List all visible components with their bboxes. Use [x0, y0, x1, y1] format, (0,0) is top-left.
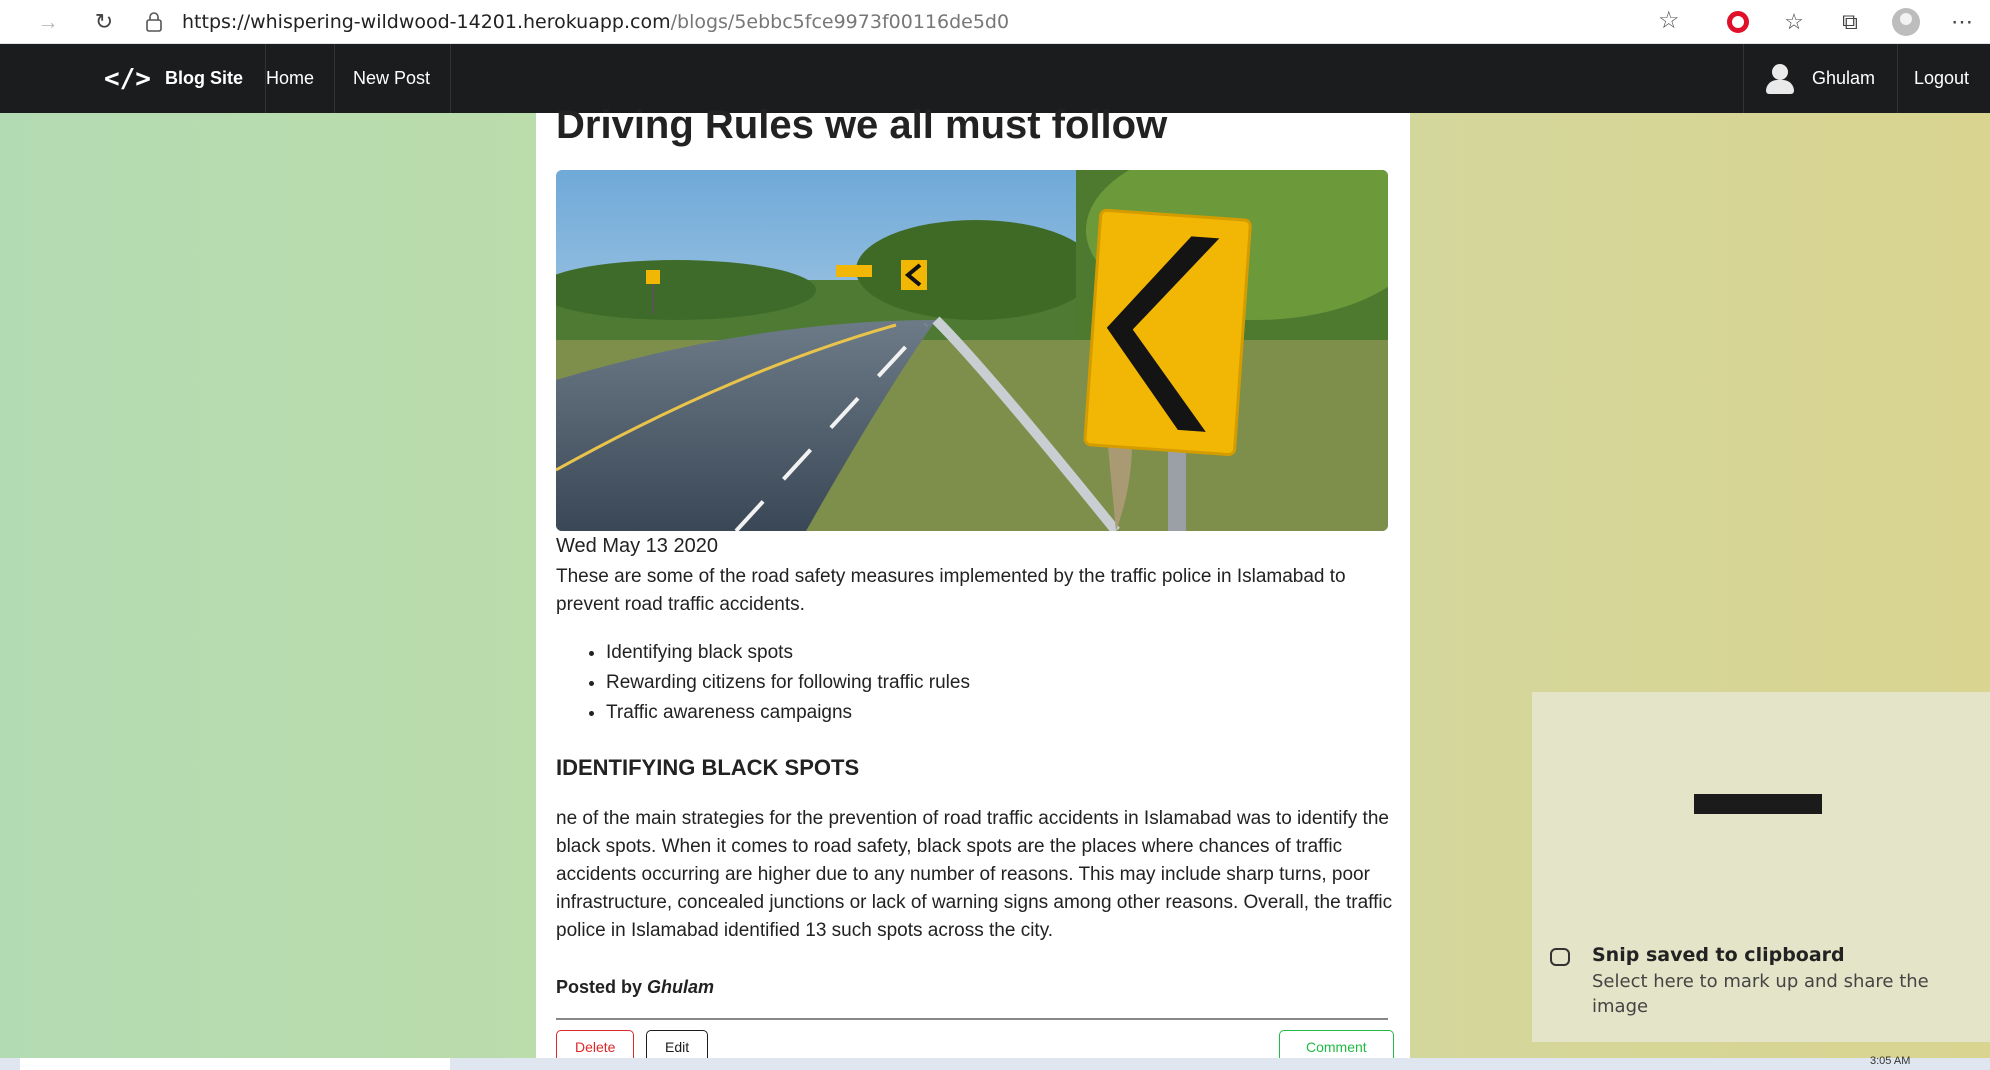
nav-user-name: Ghulam — [1812, 68, 1876, 88]
post-container: Driving Rules we all must follow Wed May… — [536, 103, 1410, 1064]
nav-home[interactable]: Home — [246, 44, 336, 113]
author-name: Ghulam — [647, 977, 715, 997]
post-bullet-list: Identifying black spots Rewarding citize… — [606, 638, 970, 728]
list-item: Identifying black spots — [606, 638, 970, 668]
opera-icon[interactable] — [1710, 0, 1766, 44]
address-bar[interactable]: https://whispering-wildwood-14201.heroku… — [140, 4, 1680, 40]
posted-by-label: Posted by — [556, 977, 643, 997]
forward-icon[interactable]: → — [28, 2, 68, 42]
snip-icon — [1550, 948, 1570, 966]
logout-link[interactable]: Logout — [1894, 44, 1989, 113]
list-item: Rewarding citizens for following traffic… — [606, 668, 970, 698]
taskbar: 3:05 AM — [0, 1055, 1990, 1070]
taskbar-search[interactable] — [20, 1058, 450, 1070]
favorites-icon[interactable]: ☆ — [1766, 0, 1822, 44]
brand-label: Blog Site — [164, 68, 243, 88]
collections-icon[interactable]: ⧉ — [1822, 0, 1878, 44]
user-icon — [1766, 63, 1794, 94]
lock-icon — [140, 12, 168, 32]
post-date: Wed May 13 2020 — [556, 535, 718, 557]
section-heading: IDENTIFYING BLACK SPOTS — [556, 755, 860, 780]
post-hero-image — [556, 170, 1388, 531]
toast-title: Snip saved to clipboard — [1592, 944, 1845, 966]
snip-thumbnail — [1694, 794, 1822, 814]
post-title: Driving Rules we all must follow — [556, 103, 1168, 147]
refresh-icon[interactable]: ↻ — [84, 2, 124, 42]
snip-notification[interactable]: Snip saved to clipboard Select here to m… — [1532, 692, 1990, 1042]
list-item: Traffic awareness campaigns — [606, 698, 970, 728]
browser-toolbar: → ↻ https://whispering-wildwood-14201.he… — [0, 0, 1990, 44]
url-path: /blogs/5ebbc5fce9973f00116de5d0 — [670, 11, 1010, 33]
post-intro: These are some of the road safety measur… — [556, 566, 1346, 615]
brand-link[interactable]: </> Blog Site — [104, 44, 266, 113]
code-icon: </> — [104, 63, 151, 94]
profile-avatar-icon[interactable] — [1878, 0, 1934, 44]
post-paragraph: ne of the main strategies for the preven… — [556, 808, 1393, 941]
taskbar-clock: 3:05 AM — [1870, 1055, 1911, 1067]
nav-new-post[interactable]: New Post — [333, 44, 452, 113]
toast-subtitle: Select here to mark up and share the ima… — [1592, 971, 1929, 1017]
url-host: https://whispering-wildwood-14201.heroku… — [182, 11, 671, 33]
browser-extensions: ☆ ⧉ ⋯ — [1710, 0, 1990, 44]
divider — [556, 1018, 1388, 1020]
nav-user-menu[interactable]: Ghulam — [1743, 44, 1899, 113]
favorite-star-icon[interactable]: ☆ — [1658, 6, 1680, 35]
posted-by: Posted by Ghulam — [556, 977, 714, 998]
more-menu-icon[interactable]: ⋯ — [1934, 0, 1990, 44]
